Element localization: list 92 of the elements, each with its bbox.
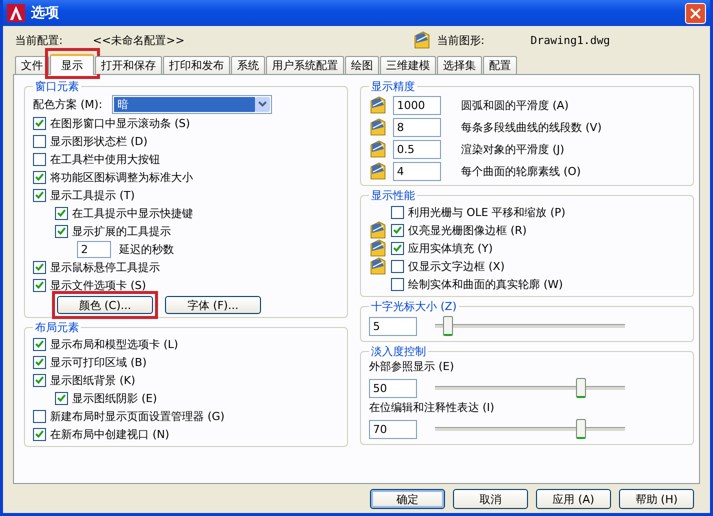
- checkbox[interactable]: [391, 242, 404, 254]
- chevron-down-icon: [258, 101, 268, 107]
- slider-label: 外部参照显示 (E): [369, 359, 456, 375]
- checkbox-label: 在工具提示中显示快捷键: [72, 206, 193, 220]
- checkbox[interactable]: [33, 170, 46, 184]
- slider-thumb[interactable]: [576, 378, 586, 398]
- checkbox-label: 显示图形状态栏 (D): [50, 134, 148, 148]
- close-button[interactable]: [685, 2, 706, 24]
- group-title: 显示精度: [370, 79, 416, 94]
- checkbox[interactable]: [33, 338, 46, 350]
- input-field[interactable]: 70: [369, 420, 417, 438]
- slider-thumb[interactable]: [576, 418, 586, 438]
- checkbox-label: 在新布局中创建视口 (N): [50, 426, 170, 442]
- checkbox[interactable]: [33, 260, 46, 274]
- checkbox-label: 显示鼠标悬停工具提示: [50, 260, 160, 274]
- tab[interactable]: 用户系统配置: [266, 56, 344, 74]
- tab[interactable]: 选择集: [437, 56, 482, 74]
- checkbox-label: 利用光栅与 OLE 平移和缩放 (P): [408, 204, 566, 220]
- group-title: 淡入度控制: [370, 344, 427, 359]
- checkbox[interactable]: [33, 374, 46, 386]
- slider-label: 在位编辑和注释性表达 (I): [369, 400, 496, 416]
- field-label: 圆弧和圆的平滑度 (A): [461, 98, 569, 112]
- tab[interactable]: 三维建模: [380, 56, 436, 74]
- checkbox[interactable]: [391, 206, 404, 218]
- field-label: 每个曲面的轮廓素线 (O): [461, 164, 581, 178]
- drawing-label: 当前图形:: [436, 32, 485, 48]
- dialog-button[interactable]: 颜色 (C)...: [57, 296, 153, 314]
- checkbox[interactable]: [33, 278, 46, 292]
- checkbox-label: 显示布局和模型选项卡 (L): [50, 336, 178, 352]
- tab[interactable]: 系统: [231, 56, 265, 74]
- checkbox[interactable]: [55, 392, 68, 404]
- dialog-button[interactable]: 帮助 (H): [619, 489, 694, 509]
- checkbox[interactable]: [391, 224, 404, 236]
- app-logo-icon: [7, 4, 25, 22]
- tab[interactable]: 打印和发布: [163, 56, 230, 74]
- dialog-button[interactable]: 取消: [453, 489, 528, 509]
- input-field[interactable]: 50: [369, 378, 417, 398]
- drawing-name: Drawing1.dwg: [530, 34, 610, 46]
- dialog-button[interactable]: 确定: [370, 489, 445, 509]
- input-field[interactable]: 5: [369, 316, 417, 336]
- profile-label: 当前配置:: [15, 32, 63, 48]
- checkbox-label: 在图形窗口中显示滚动条 (S): [50, 116, 190, 130]
- checkbox-label: 新建布局时显示页面设置管理器 (G): [50, 408, 225, 424]
- checkbox[interactable]: [55, 206, 68, 220]
- scheme-dropdown[interactable]: 暗: [112, 94, 272, 114]
- input-field[interactable]: 1000: [393, 96, 441, 114]
- checkbox[interactable]: [391, 260, 404, 272]
- tab[interactable]: 显示: [50, 54, 94, 75]
- checkbox-label: 显示可打印区域 (B): [50, 354, 147, 370]
- group-title: 显示性能: [370, 188, 416, 203]
- checkbox-label: 仅亮显光栅图像边框 (R): [408, 222, 527, 238]
- checkbox-label: 显示文件选项卡 (S): [50, 278, 146, 292]
- field-label: 每条多段线曲线的线段数 (V): [461, 120, 602, 134]
- drawing-file-icon: [412, 31, 431, 49]
- tab[interactable]: 文件: [15, 56, 49, 74]
- window-title: 选项: [31, 4, 59, 22]
- checkbox[interactable]: [33, 134, 46, 148]
- group-title: 布局元素: [34, 320, 80, 335]
- checkbox[interactable]: [33, 356, 46, 368]
- checkbox-label: 应用实体填充 (Y): [408, 240, 493, 256]
- scheme-label: 配色方案 (M):: [33, 96, 102, 112]
- checkbox[interactable]: [391, 278, 404, 290]
- field-label: 渲染对象的平滑度 (J): [461, 142, 564, 156]
- checkbox[interactable]: [55, 224, 68, 238]
- field-label: 延迟的秒数: [119, 242, 174, 256]
- checkbox-label: 在工具栏中使用大按钮: [50, 152, 160, 166]
- checkbox-label: 显示图纸背景 (K): [50, 372, 136, 388]
- tab[interactable]: 配置: [483, 56, 517, 74]
- slider-thumb[interactable]: [443, 316, 454, 336]
- checkbox[interactable]: [33, 410, 46, 422]
- close-icon: [690, 8, 701, 18]
- profile-name: <<未命名配置>>: [92, 32, 185, 48]
- input-field[interactable]: 4: [393, 162, 441, 180]
- checkbox-label: 显示图纸阴影 (E): [72, 390, 158, 406]
- tab[interactable]: 打开和保存: [95, 56, 162, 74]
- dialog-button[interactable]: 应用 (A): [536, 489, 611, 509]
- checkbox[interactable]: [33, 188, 46, 202]
- group-title: 十字光标大小 (Z): [370, 299, 458, 314]
- input-field[interactable]: 0.5: [393, 140, 441, 158]
- checkbox-label: 仅显示文字边框 (X): [408, 258, 505, 274]
- checkbox-label: 显示扩展的工具提示: [72, 224, 171, 238]
- dialog-button[interactable]: 字体 (F)...: [165, 296, 261, 314]
- tab[interactable]: 绘图: [345, 56, 379, 74]
- checkbox-label: 绘制实体和曲面的真实轮廓 (W): [408, 276, 563, 292]
- checkbox[interactable]: [33, 152, 46, 166]
- checkbox[interactable]: [33, 428, 46, 440]
- checkbox[interactable]: [33, 116, 46, 130]
- seconds-field[interactable]: 2: [77, 240, 111, 258]
- checkbox-label: 将功能区图标调整为标准大小: [50, 170, 193, 184]
- checkbox-label: 显示工具提示 (T): [50, 188, 135, 202]
- group-title: 窗口元素: [34, 79, 80, 94]
- input-field[interactable]: 8: [393, 118, 441, 136]
